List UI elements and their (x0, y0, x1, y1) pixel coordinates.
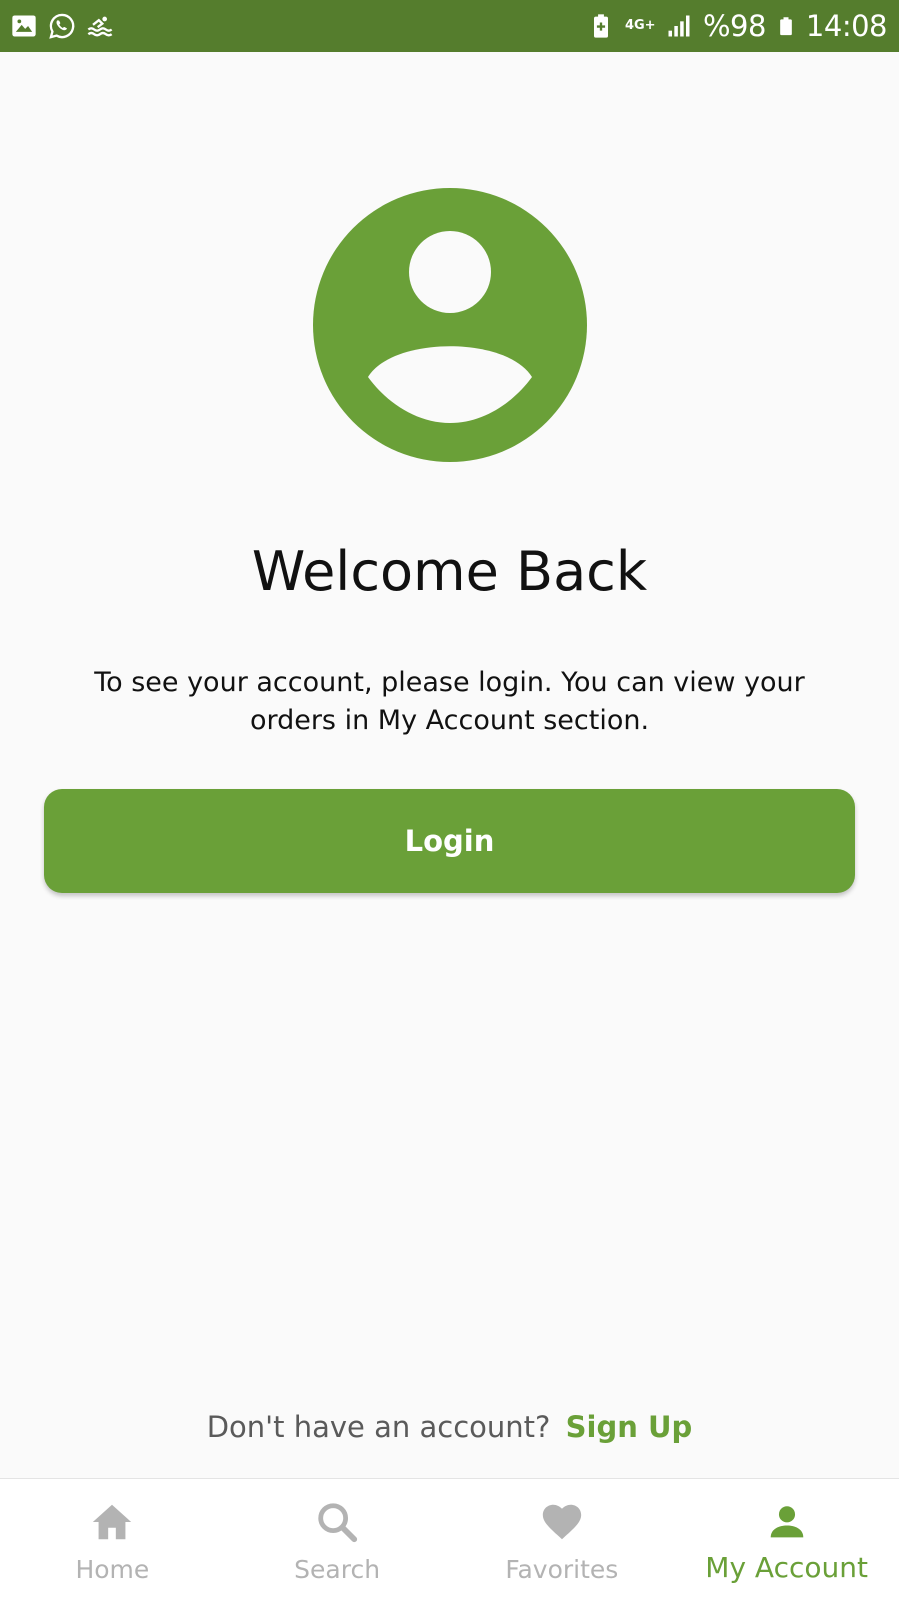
bottom-navigation: Home Search Favorites My Account (0, 1478, 899, 1600)
nav-label-my-account: My Account (705, 1551, 868, 1584)
account-circle-icon (313, 188, 587, 462)
signup-link[interactable]: Sign Up (566, 1410, 693, 1444)
nav-item-favorites[interactable]: Favorites (450, 1479, 675, 1600)
nav-item-home[interactable]: Home (0, 1479, 225, 1600)
battery-icon (780, 17, 792, 36)
status-bar: 4G+ %98 14:08 (0, 0, 899, 52)
nav-label-home: Home (75, 1555, 150, 1584)
welcome-title: Welcome Back (251, 540, 648, 603)
home-icon (93, 1504, 132, 1540)
status-bar-right: 4G+ %98 14:08 (587, 8, 888, 44)
network-label: 4G+ (624, 18, 656, 33)
nav-item-search[interactable]: Search (225, 1479, 450, 1600)
person-icon (770, 1506, 803, 1538)
heart-icon (542, 1504, 582, 1540)
welcome-message: To see your account, please login. You c… (94, 667, 805, 736)
clock: 14:08 (805, 9, 888, 43)
nav-label-favorites: Favorites (505, 1555, 619, 1584)
pool-icon (87, 16, 113, 37)
status-bar-left (10, 10, 114, 42)
gallery-icon (12, 15, 36, 37)
whatsapp-icon (49, 13, 75, 39)
login-button[interactable]: Login (44, 789, 855, 893)
battery-saver-icon (593, 14, 608, 38)
nav-item-my-account[interactable]: My Account (674, 1479, 899, 1600)
signal-icon (668, 15, 690, 37)
nav-label-search: Search (294, 1555, 381, 1584)
signup-row: Don't have an account? Sign Up (0, 1410, 899, 1444)
signup-prompt: Don't have an account? (206, 1410, 551, 1444)
search-icon (318, 1503, 358, 1543)
battery-percent: %98 (702, 9, 766, 43)
